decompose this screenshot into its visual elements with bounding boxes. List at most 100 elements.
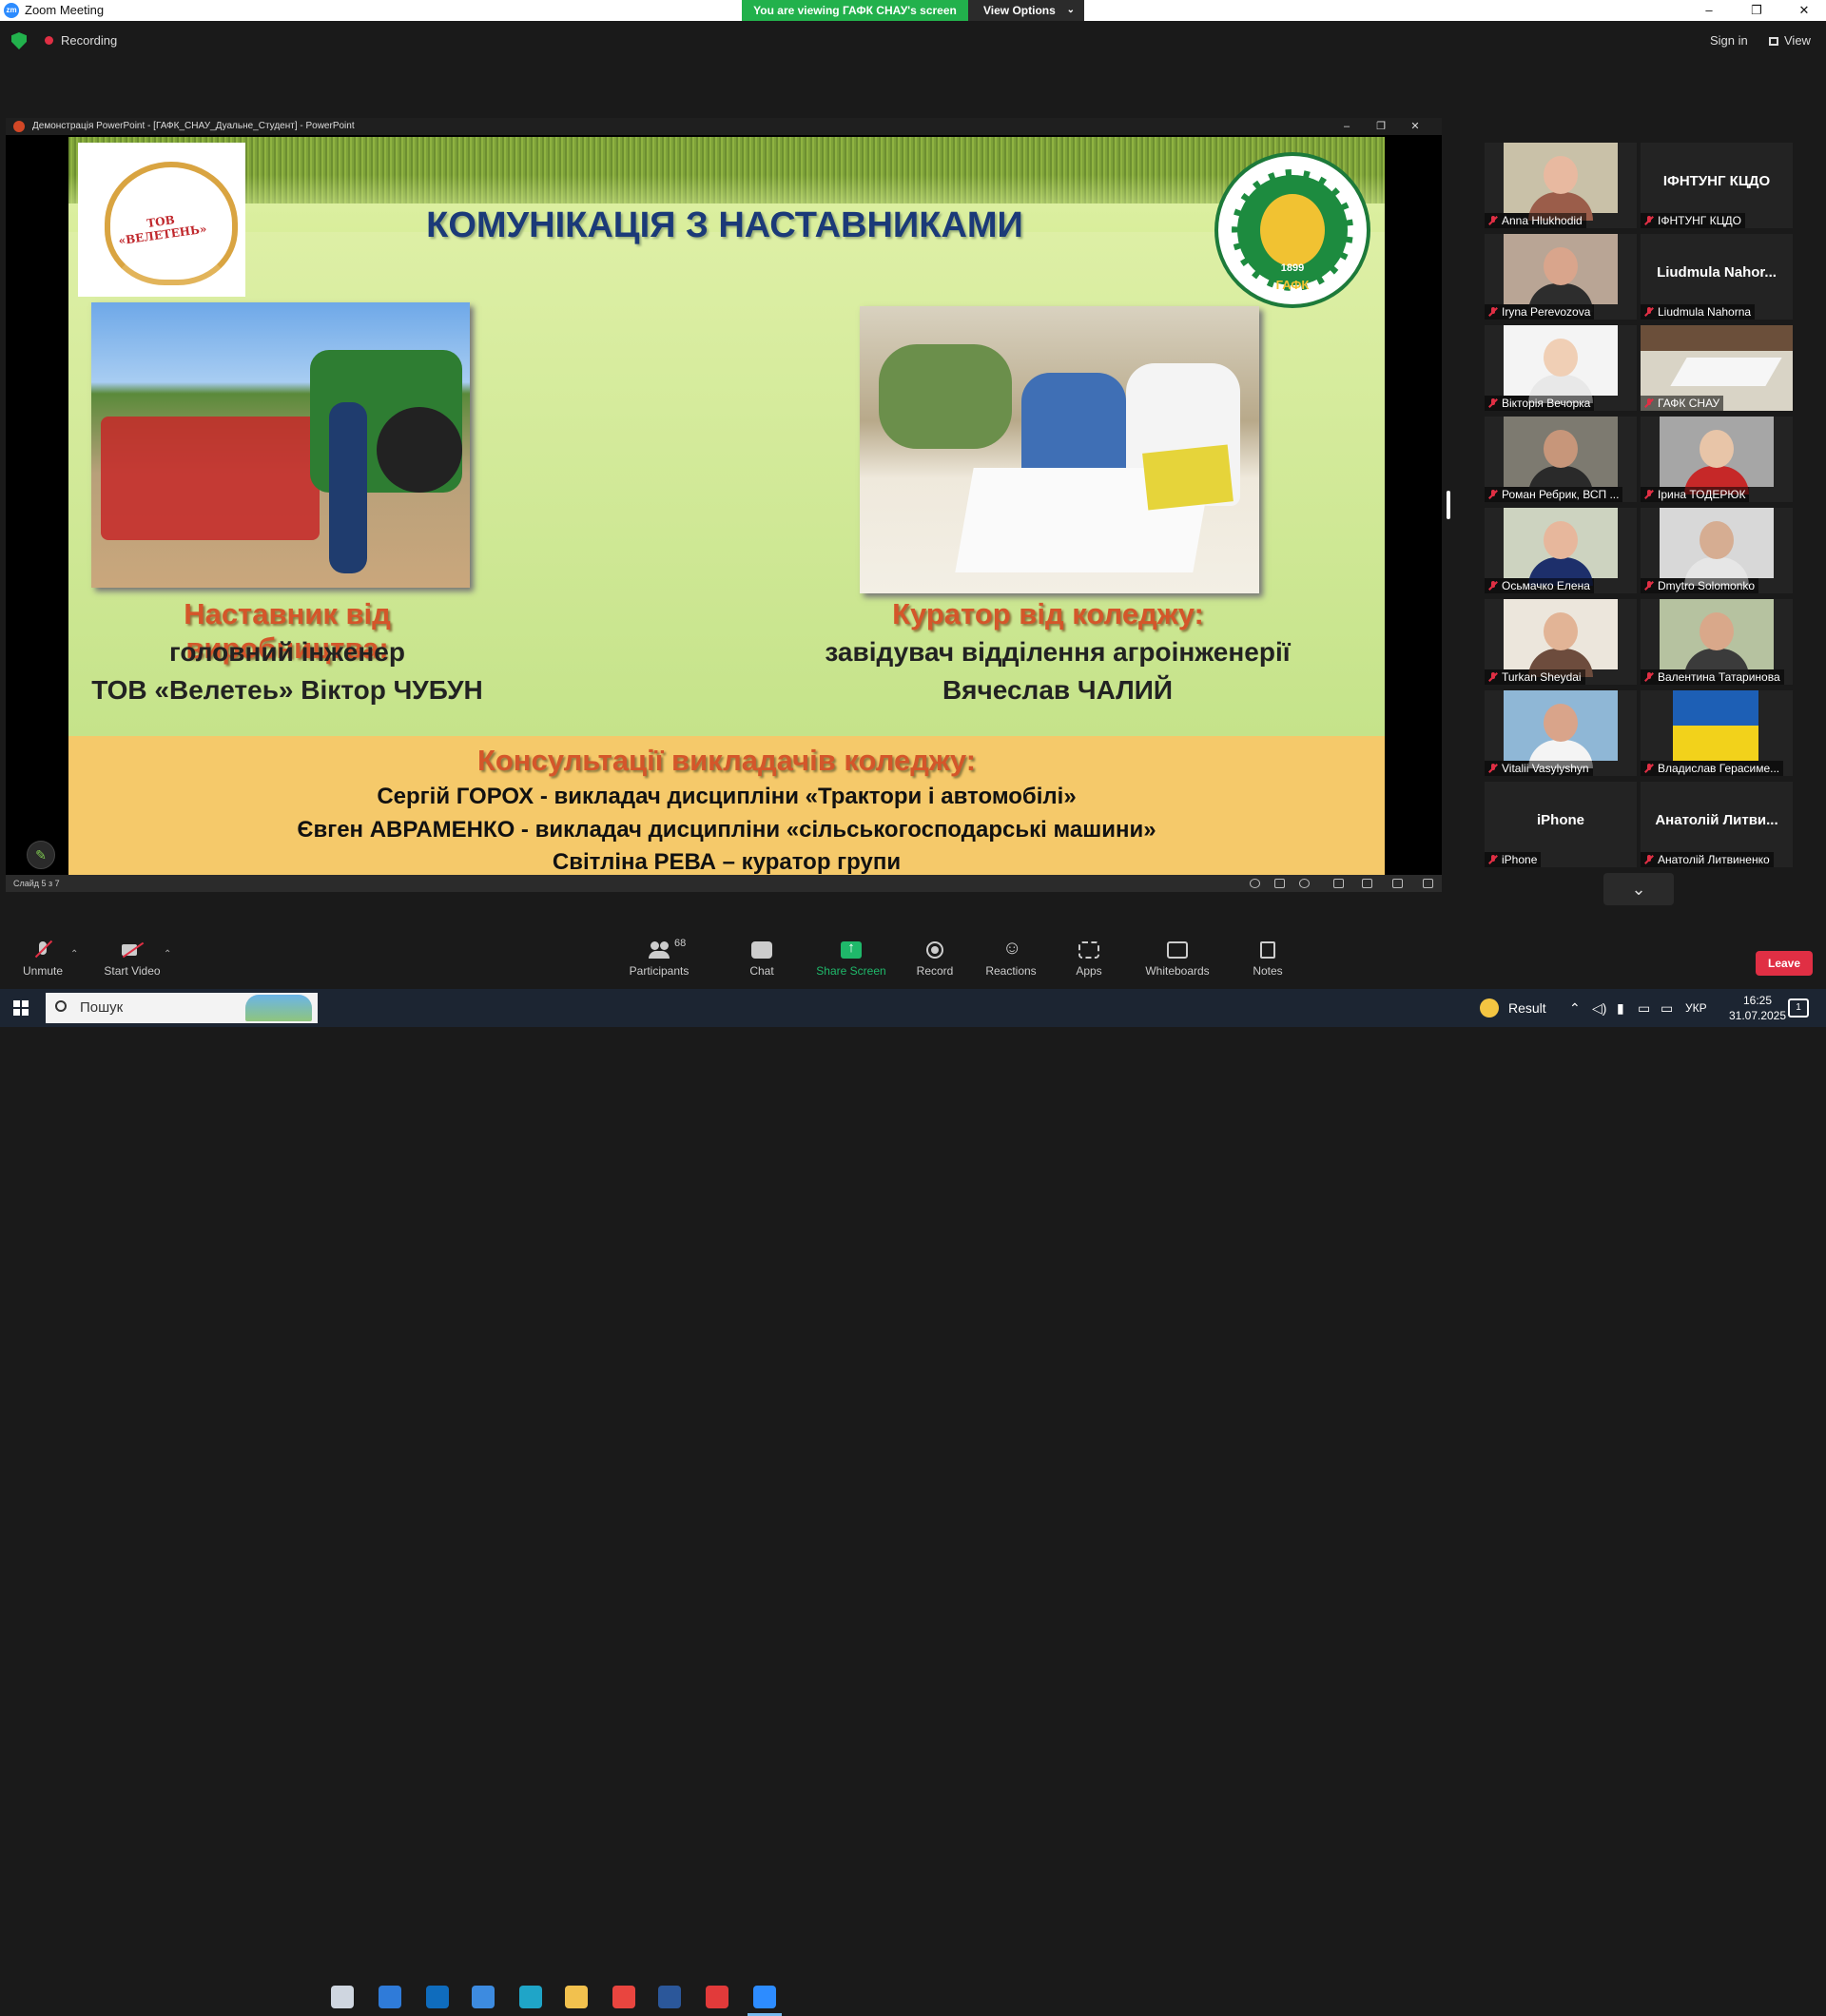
- participant-tile[interactable]: Вікторія Вечорка: [1485, 325, 1637, 411]
- close-button[interactable]: ✕: [1782, 0, 1826, 21]
- participant-tile[interactable]: ГАФК СНАУ: [1641, 325, 1793, 411]
- leave-button[interactable]: Leave: [1756, 951, 1813, 976]
- muted-mic-icon: [1644, 855, 1654, 864]
- maximize-button[interactable]: ❐: [1735, 0, 1778, 21]
- normal-view-icon[interactable]: [1333, 879, 1344, 888]
- gallery-scroll-down-icon[interactable]: ⌄: [1603, 873, 1674, 905]
- participant-tile[interactable]: Iryna Perevozova: [1485, 234, 1637, 320]
- notifications-icon[interactable]: 1: [1788, 998, 1809, 1018]
- participants-button[interactable]: Participants 68: [616, 938, 702, 978]
- tray-overflow-icon[interactable]: ⌃: [1569, 1000, 1581, 1017]
- ppt-minimize-button[interactable]: –: [1330, 118, 1364, 135]
- notes-icon: [1260, 941, 1275, 959]
- camera-tray-icon[interactable]: ▭: [1638, 1000, 1650, 1017]
- participant-tile[interactable]: Dmytro Solomonko: [1641, 508, 1793, 593]
- muted-mic-icon: [1488, 764, 1498, 773]
- participant-display-name: Liudmula Nahor...: [1657, 264, 1777, 281]
- outlook-icon[interactable]: [426, 1986, 449, 2008]
- slide-show-icon[interactable]: [1250, 879, 1260, 888]
- zoom-icon[interactable]: [748, 1986, 782, 2016]
- search-icon: [55, 1000, 67, 1012]
- participant-tile[interactable]: Владислав Герасиме...: [1641, 690, 1793, 776]
- encryption-shield-icon[interactable]: [11, 32, 27, 49]
- participant-tile[interactable]: Vitalii Vasylyshyn: [1485, 690, 1637, 776]
- panel-splitter-handle[interactable]: [1447, 491, 1450, 519]
- reactions-button[interactable]: Reactions: [968, 938, 1054, 978]
- notes-icon[interactable]: [1274, 879, 1285, 888]
- weather-icon[interactable]: [1480, 998, 1499, 1018]
- ppt-close-button[interactable]: ✕: [1398, 118, 1432, 135]
- participant-name: Анатолій Литвиненко: [1641, 852, 1774, 867]
- play-icon[interactable]: [1299, 879, 1310, 888]
- participant-tile[interactable]: Анатолій Литви... Анатолій Литвиненко: [1641, 782, 1793, 867]
- reading-view-icon[interactable]: [1392, 879, 1403, 888]
- participant-tile[interactable]: Ірина ТОДЕРЮК: [1641, 417, 1793, 502]
- minimize-button[interactable]: –: [1687, 0, 1731, 21]
- participant-video: [1504, 417, 1618, 494]
- sign-in-link[interactable]: Sign in: [1710, 33, 1748, 48]
- weather-label[interactable]: Result: [1508, 1000, 1546, 1016]
- microphone-icon[interactable]: ▮: [1617, 1000, 1624, 1017]
- participant-face: [1544, 430, 1578, 468]
- participant-video: [1504, 234, 1618, 312]
- curator-heading: Куратор від коледжу:: [892, 597, 1204, 630]
- chat-button[interactable]: Chat: [719, 941, 805, 978]
- explorer-icon[interactable]: [565, 1986, 588, 2008]
- whiteboards-button[interactable]: Whiteboards: [1130, 941, 1225, 978]
- conference-table: [1670, 358, 1782, 386]
- annotate-pen-icon[interactable]: ✎: [27, 841, 55, 869]
- volume-icon[interactable]: ◁): [1592, 1000, 1606, 1017]
- start-video-button[interactable]: Start Video: [89, 941, 175, 978]
- participant-name: Владислав Герасиме...: [1641, 761, 1784, 776]
- network-icon[interactable]: ▭: [1661, 1000, 1673, 1017]
- taskbar-search[interactable]: Пошук: [46, 993, 318, 1023]
- participant-tile[interactable]: Валентина Татаринова: [1641, 599, 1793, 685]
- consultant-line: Сергій ГОРОХ - викладач дисципліни «Трак…: [377, 784, 1077, 809]
- store-icon[interactable]: [472, 1986, 495, 2008]
- copilot-icon[interactable]: [379, 1986, 401, 2008]
- participant-display-name: iPhone: [1536, 812, 1584, 828]
- slide-sorter-icon[interactable]: [1362, 879, 1372, 888]
- muted-mic-icon: [1644, 216, 1654, 225]
- presenter-view-icon[interactable]: [1423, 879, 1433, 888]
- language-indicator[interactable]: УКР: [1685, 1001, 1707, 1015]
- participant-tile[interactable]: ІФНТУНГ КЦДО ІФНТУНГ КЦДО: [1641, 143, 1793, 228]
- participant-tile[interactable]: iPhone iPhone: [1485, 782, 1637, 867]
- share-screen-button[interactable]: Share Screen: [808, 940, 894, 978]
- college-emblem: 1899 ГАФК: [1214, 152, 1370, 308]
- apps-icon: [1078, 941, 1099, 959]
- muted-mic-icon: [1488, 216, 1498, 225]
- participants-label: Participants: [629, 964, 690, 978]
- task-view-icon[interactable]: [331, 1986, 354, 2008]
- view-button[interactable]: View: [1769, 33, 1811, 48]
- taskbar-clock[interactable]: 16:25 31.07.2025: [1719, 993, 1796, 1023]
- participant-video: [1660, 508, 1774, 586]
- participant-tile[interactable]: Осьмачко Елена: [1485, 508, 1637, 593]
- viewing-screen-banner: You are viewing ГАФК СНАУ's screen: [742, 0, 968, 21]
- share-screen-label: Share Screen: [816, 964, 886, 978]
- participant-tile[interactable]: Anna Hlukhodid: [1485, 143, 1637, 228]
- record-label: Record: [916, 964, 954, 978]
- windows-start-icon[interactable]: [13, 1000, 29, 1016]
- ppt-maximize-button[interactable]: ❐: [1364, 118, 1398, 135]
- recording-label[interactable]: Recording: [61, 33, 117, 48]
- start-video-label: Start Video: [104, 964, 161, 978]
- word-icon[interactable]: [658, 1986, 681, 2008]
- clock-time: 16:25: [1742, 994, 1773, 1007]
- notes-button[interactable]: Notes: [1225, 941, 1311, 978]
- unmute-button[interactable]: Unmute: [0, 941, 86, 978]
- record-button[interactable]: Record: [892, 941, 978, 978]
- participant-tile[interactable]: Turkan Sheydai: [1485, 599, 1637, 685]
- participant-face: [1544, 156, 1578, 194]
- whiteboards-label: Whiteboards: [1145, 964, 1210, 978]
- participants-icon: [649, 941, 670, 959]
- powerpoint-icon: [13, 121, 25, 132]
- chrome-icon[interactable]: [612, 1986, 635, 2008]
- participant-tile[interactable]: Liudmula Nahor... Liudmula Nahorna: [1641, 234, 1793, 320]
- muted-mic-icon: [1488, 581, 1498, 591]
- view-options-button[interactable]: View Options ⌄: [968, 0, 1084, 21]
- wps-icon[interactable]: [706, 1986, 728, 2008]
- apps-button[interactable]: Apps: [1046, 941, 1132, 978]
- participant-tile[interactable]: Роман Ребрик, ВСП ...: [1485, 417, 1637, 502]
- edge-icon[interactable]: [519, 1986, 542, 2008]
